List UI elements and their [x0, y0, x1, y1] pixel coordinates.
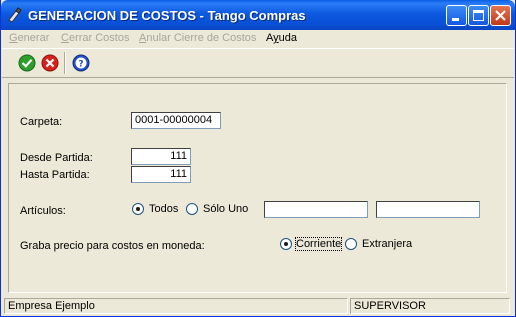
- svg-text:?: ?: [78, 60, 83, 70]
- desde-partida-field[interactable]: 111: [131, 148, 191, 165]
- tango-app-icon[interactable]: [7, 7, 23, 23]
- menu-anular-cierre[interactable]: Anular Cierre de Costos: [139, 32, 256, 44]
- status-empresa: Empresa Ejemplo: [4, 298, 348, 314]
- articulos-label: Artículos:: [20, 205, 66, 217]
- moneda-label: Graba precio para costos en moneda:: [20, 240, 205, 252]
- moneda-extranjera-radio[interactable]: [345, 238, 357, 250]
- form-panel: [8, 83, 507, 293]
- toolbar-separator: [64, 52, 66, 74]
- articulo-desde-field[interactable]: [264, 201, 368, 218]
- articulos-solo-uno-label[interactable]: Sólo Uno: [203, 203, 248, 215]
- menu-ayuda[interactable]: Ayuda: [266, 32, 297, 44]
- carpeta-field[interactable]: 0001-00000004: [131, 112, 221, 129]
- maximize-button[interactable]: [468, 5, 489, 26]
- moneda-corriente-radio[interactable]: [280, 238, 292, 250]
- menu-generar[interactable]: Generar: [9, 32, 49, 44]
- cancel-icon[interactable]: [40, 53, 60, 73]
- articulos-todos-label[interactable]: Todos: [149, 203, 178, 215]
- accept-icon[interactable]: [17, 53, 37, 73]
- hasta-partida-label: Hasta Partida:: [20, 169, 90, 181]
- help-icon[interactable]: ?: [71, 53, 91, 73]
- menu-bar: Generar Cerrar Costos Anular Cierre de C…: [2, 30, 514, 47]
- minimize-button[interactable]: [446, 5, 467, 26]
- menu-cerrar-costos[interactable]: Cerrar Costos: [61, 32, 129, 44]
- articulos-solo-uno-radio[interactable]: [186, 203, 198, 215]
- window-title: GENERACION DE COSTOS - Tango Compras: [28, 8, 306, 23]
- articulo-hasta-field[interactable]: [376, 201, 480, 218]
- moneda-extranjera-label[interactable]: Extranjera: [362, 238, 412, 250]
- status-bar: Empresa Ejemplo SUPERVISOR: [2, 296, 514, 315]
- main-window: GENERACION DE COSTOS - Tango Compras Gen…: [0, 0, 516, 317]
- carpeta-label: Carpeta:: [20, 116, 63, 128]
- desde-partida-label: Desde Partida:: [20, 152, 93, 164]
- moneda-corriente-label[interactable]: Corriente: [294, 237, 343, 251]
- hasta-partida-field[interactable]: 111: [131, 166, 191, 183]
- toolbar: ?: [2, 48, 514, 78]
- status-usuario: SUPERVISOR: [350, 298, 510, 314]
- articulos-todos-radio[interactable]: [132, 203, 144, 215]
- title-bar[interactable]: GENERACION DE COSTOS - Tango Compras: [1, 0, 515, 30]
- close-button[interactable]: [490, 5, 511, 26]
